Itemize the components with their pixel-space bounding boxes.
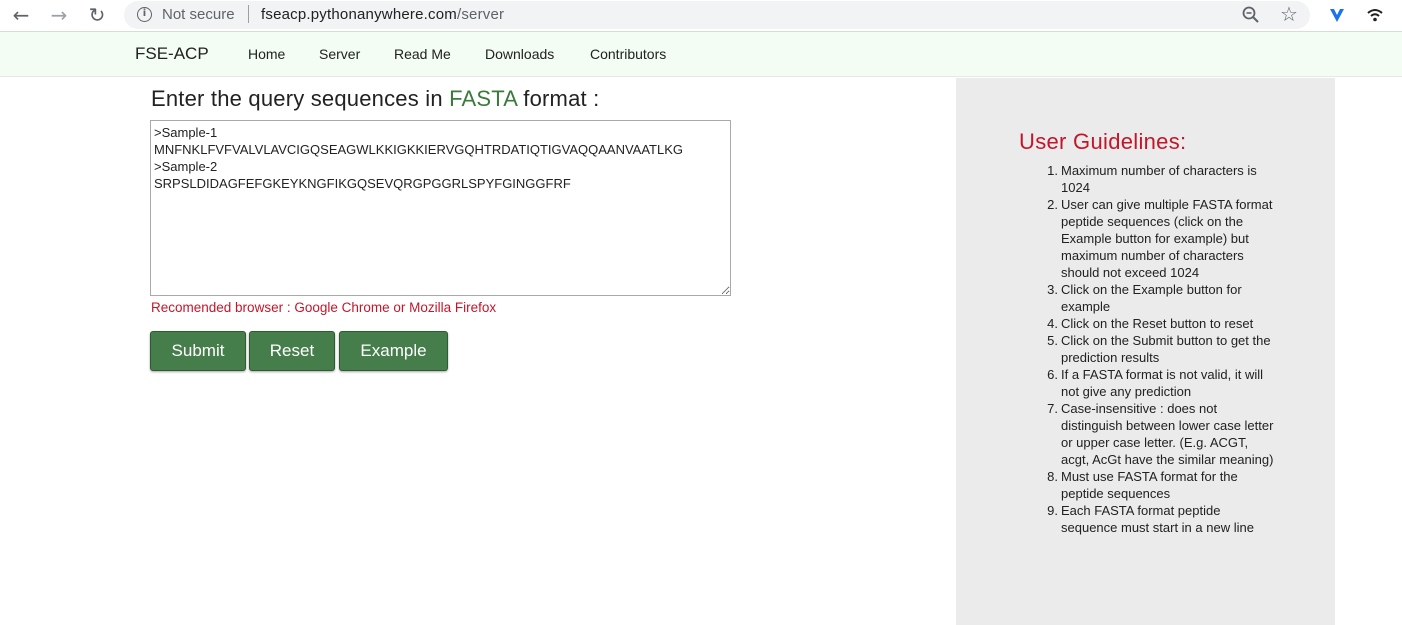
- url-host: fseacp.pythonanywhere.com: [261, 6, 457, 23]
- submit-button[interactable]: Submit: [150, 331, 246, 371]
- guideline-item: 8. Must use FASTA format for the peptide …: [1047, 469, 1238, 501]
- guideline-item: 6. If a FASTA format is not valid, it wil…: [1047, 367, 1264, 399]
- browser-toolbar: ← → ↻ i Not secure fseacp.pythonanywhere…: [0, 0, 1402, 31]
- heading-prefix: Enter the query sequences in: [151, 86, 450, 111]
- address-bar[interactable]: i Not secure fseacp.pythonanywhere.com/s…: [124, 1, 1310, 29]
- info-icon[interactable]: i: [137, 7, 152, 22]
- zoom-icon[interactable]: [1241, 5, 1261, 25]
- url-text[interactable]: fseacp.pythonanywhere.com/server: [261, 6, 504, 23]
- guidelines-list: 1. Maximum number of characters is 1024 2…: [1047, 162, 1275, 536]
- guideline-item: 9. Each FASTA format peptide sequence mus…: [1047, 503, 1254, 535]
- reload-icon[interactable]: ↻: [84, 3, 110, 27]
- guideline-item: 7. Case-insensitive : does not distinguis…: [1047, 401, 1274, 467]
- guideline-text: Case-insensitive : does not distinguish …: [1061, 401, 1274, 467]
- guideline-text: User can give multiple FASTA format pept…: [1061, 197, 1273, 280]
- guideline-text: Must use FASTA format for the peptide se…: [1061, 469, 1238, 501]
- brand-logo[interactable]: FSE-ACP: [135, 44, 209, 64]
- nav-link-server[interactable]: Server: [319, 46, 360, 62]
- forward-arrow-icon[interactable]: →: [46, 3, 72, 27]
- nav-link-read-me[interactable]: Read Me: [394, 46, 451, 62]
- guideline-item: 4. Click on the Reset button to reset: [1047, 316, 1254, 331]
- nav-link-home[interactable]: Home: [248, 46, 285, 62]
- guideline-text: Maximum number of characters is 1024: [1061, 163, 1257, 195]
- guideline-item: 5. Click on the Submit button to get the …: [1047, 333, 1271, 365]
- nav-link-downloads[interactable]: Downloads: [485, 46, 554, 62]
- page-heading: Enter the query sequences in FASTA forma…: [151, 86, 599, 112]
- guideline-text: Click on the Example button for example: [1061, 282, 1242, 314]
- extension-icon[interactable]: [1328, 6, 1346, 24]
- guideline-text: Click on the Reset button to reset: [1061, 316, 1254, 331]
- guidelines-panel: User Guidelines: 1. Maximum number of cha…: [956, 78, 1335, 625]
- sequence-input[interactable]: >Sample-1 MNFNKLFVFVALVLAVCIGQSEAGWLKKIG…: [150, 120, 731, 296]
- bookmark-star-icon[interactable]: ☆: [1280, 2, 1298, 26]
- heading-suffix: format :: [516, 86, 600, 111]
- heading-fasta: FASTA: [449, 86, 517, 111]
- site-navbar: FSE-ACP Home Server Read Me Downloads Co…: [0, 31, 1402, 77]
- wifi-icon[interactable]: [1366, 6, 1384, 24]
- example-button[interactable]: Example: [339, 331, 448, 371]
- reset-button[interactable]: Reset: [249, 331, 335, 371]
- guideline-text: Click on the Submit button to get the pr…: [1061, 333, 1271, 365]
- guideline-item: 2. User can give multiple FASTA format pe…: [1047, 197, 1273, 280]
- nav-link-contributors[interactable]: Contributors: [590, 46, 666, 62]
- guideline-text: Each FASTA format peptide sequence must …: [1061, 503, 1254, 535]
- url-separator: [248, 5, 249, 23]
- back-arrow-icon[interactable]: ←: [8, 3, 34, 27]
- guideline-item: 1. Maximum number of characters is 1024: [1047, 163, 1257, 195]
- guidelines-title: User Guidelines:: [1019, 129, 1187, 154]
- guideline-item: 3. Click on the Example button for exampl…: [1047, 282, 1242, 314]
- security-label[interactable]: Not secure: [162, 6, 235, 23]
- url-path: /server: [456, 6, 505, 23]
- guideline-text: If a FASTA format is not valid, it will …: [1061, 367, 1264, 399]
- browser-recommendation: Recomended browser : Google Chrome or Mo…: [151, 300, 497, 315]
